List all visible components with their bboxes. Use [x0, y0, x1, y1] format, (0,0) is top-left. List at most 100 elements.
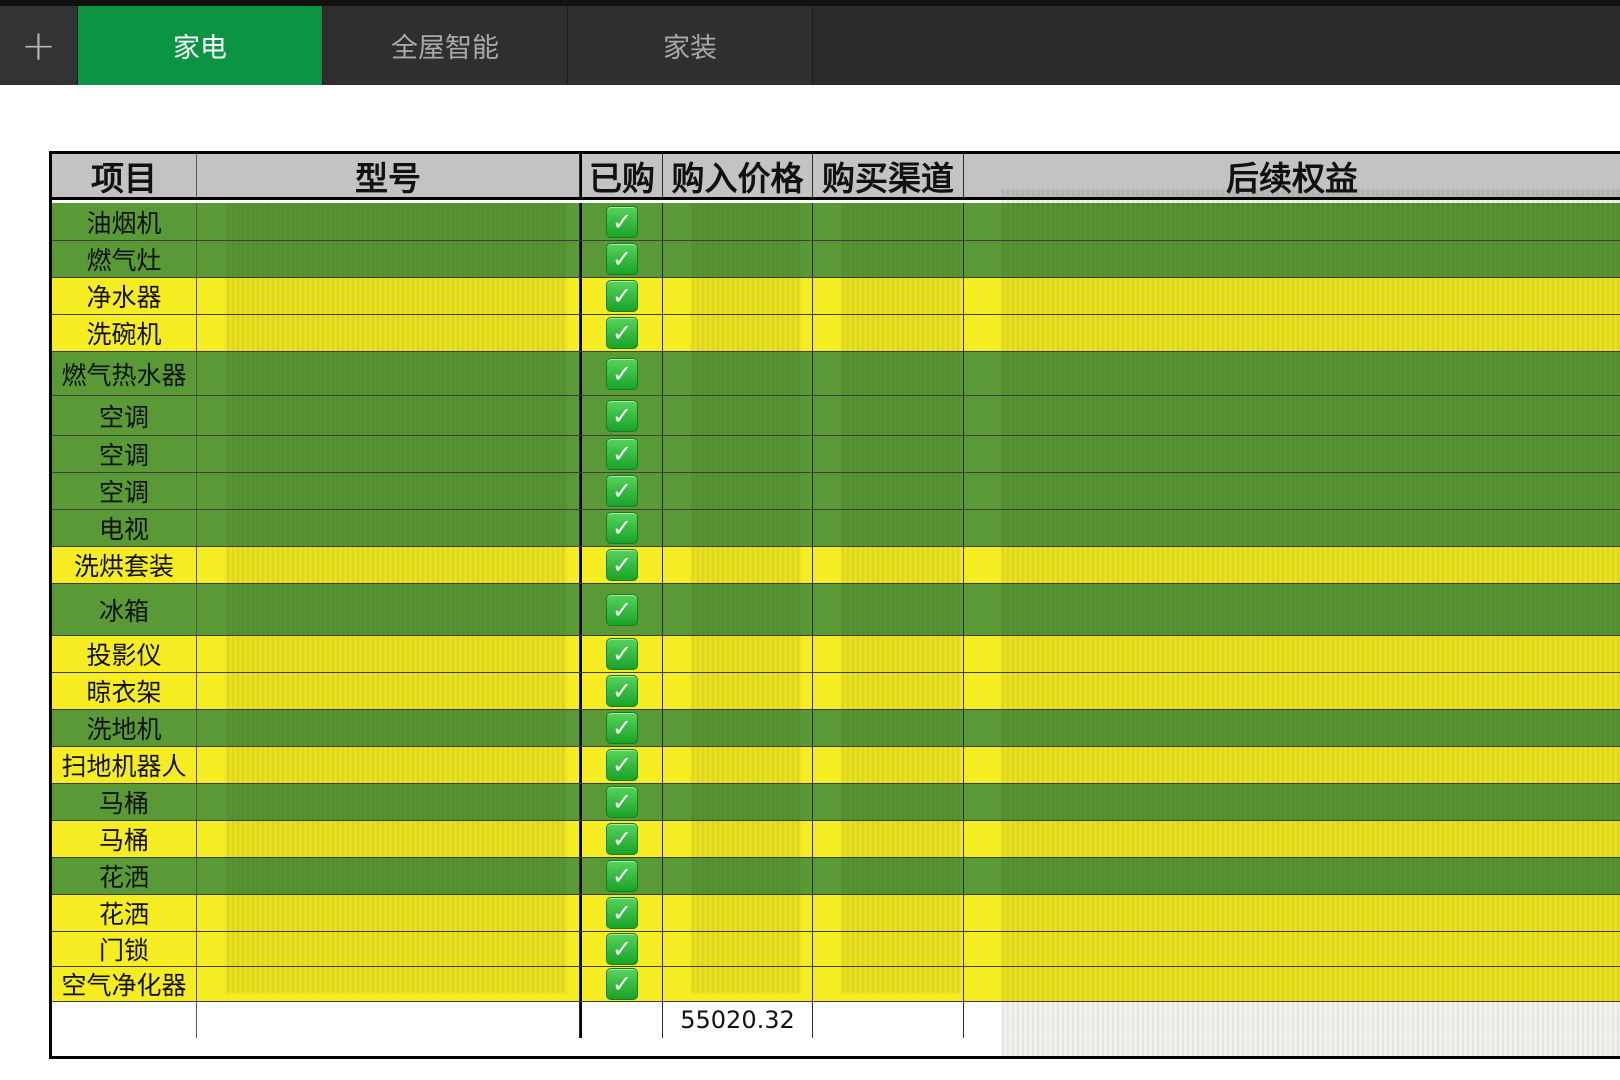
price-cell[interactable] — [663, 821, 813, 857]
rights-cell[interactable] — [964, 436, 1620, 472]
channel-cell[interactable] — [813, 1002, 964, 1038]
channel-cell[interactable] — [813, 932, 964, 966]
model-cell[interactable] — [197, 636, 580, 672]
price-cell[interactable] — [663, 396, 813, 435]
checkbox-checked-icon[interactable]: ✓ — [606, 475, 638, 507]
price-cell[interactable] — [663, 203, 813, 240]
item-cell[interactable]: 晾衣架 — [52, 673, 197, 709]
checkbox-checked-icon[interactable]: ✓ — [606, 280, 638, 312]
channel-cell[interactable] — [813, 784, 964, 820]
channel-cell[interactable] — [813, 510, 964, 546]
item-cell[interactable]: 油烟机 — [52, 203, 197, 240]
channel-cell[interactable] — [813, 241, 964, 277]
rights-cell[interactable] — [964, 858, 1620, 894]
checkbox-checked-icon[interactable]: ✓ — [606, 786, 638, 818]
price-cell[interactable] — [663, 436, 813, 472]
model-cell[interactable] — [197, 895, 580, 931]
item-cell[interactable]: 洗地机 — [52, 710, 197, 746]
item-cell[interactable]: 马桶 — [52, 784, 197, 820]
rights-cell[interactable] — [964, 710, 1620, 746]
model-cell[interactable] — [197, 547, 580, 583]
checkbox-checked-icon[interactable]: ✓ — [606, 593, 638, 626]
item-cell[interactable]: 电视 — [52, 510, 197, 546]
header-item[interactable]: 项目 — [52, 154, 197, 197]
item-cell[interactable]: 门锁 — [52, 932, 197, 966]
channel-cell[interactable] — [813, 315, 964, 351]
bought-cell[interactable]: ✓ — [580, 396, 663, 435]
model-cell[interactable] — [197, 473, 580, 509]
header-channel[interactable]: 购买渠道 — [813, 154, 964, 197]
channel-cell[interactable] — [813, 203, 964, 240]
bought-cell[interactable]: ✓ — [580, 278, 663, 314]
channel-cell[interactable] — [813, 710, 964, 746]
rights-cell[interactable] — [964, 967, 1620, 1001]
model-cell[interactable] — [197, 584, 580, 635]
channel-cell[interactable] — [813, 747, 964, 783]
price-cell[interactable] — [663, 895, 813, 931]
price-cell[interactable] — [663, 547, 813, 583]
bought-cell[interactable]: ✓ — [580, 352, 663, 395]
item-cell[interactable]: 洗烘套装 — [52, 547, 197, 583]
checkbox-checked-icon[interactable]: ✓ — [606, 549, 638, 581]
item-cell[interactable] — [52, 1002, 197, 1038]
item-cell[interactable]: 空调 — [52, 473, 197, 509]
bought-cell[interactable]: ✓ — [580, 315, 663, 351]
price-cell[interactable] — [663, 278, 813, 314]
bought-cell[interactable]: ✓ — [580, 895, 663, 931]
rights-cell[interactable] — [964, 895, 1620, 931]
model-cell[interactable] — [197, 510, 580, 546]
model-cell[interactable] — [197, 821, 580, 857]
price-cell[interactable] — [663, 784, 813, 820]
bought-cell[interactable]: ✓ — [580, 710, 663, 746]
model-cell[interactable] — [197, 1002, 580, 1038]
rights-cell[interactable] — [964, 203, 1620, 240]
checkbox-checked-icon[interactable]: ✓ — [606, 638, 638, 670]
checkbox-checked-icon[interactable]: ✓ — [606, 317, 638, 349]
item-cell[interactable]: 空调 — [52, 396, 197, 435]
channel-cell[interactable] — [813, 858, 964, 894]
model-cell[interactable] — [197, 315, 580, 351]
header-price[interactable]: 购入价格 — [663, 154, 813, 197]
checkbox-checked-icon[interactable]: ✓ — [606, 512, 638, 544]
checkbox-checked-icon[interactable]: ✓ — [606, 205, 638, 238]
price-cell[interactable] — [663, 932, 813, 966]
price-cell[interactable] — [663, 673, 813, 709]
channel-cell[interactable] — [813, 584, 964, 635]
model-cell[interactable] — [197, 352, 580, 395]
channel-cell[interactable] — [813, 396, 964, 435]
item-cell[interactable]: 冰箱 — [52, 584, 197, 635]
item-cell[interactable]: 花洒 — [52, 858, 197, 894]
channel-cell[interactable] — [813, 473, 964, 509]
rights-cell[interactable] — [964, 584, 1620, 635]
item-cell[interactable]: 马桶 — [52, 821, 197, 857]
model-cell[interactable] — [197, 673, 580, 709]
rights-cell[interactable] — [964, 821, 1620, 857]
bought-cell[interactable]: ✓ — [580, 747, 663, 783]
rights-cell[interactable] — [964, 352, 1620, 395]
channel-cell[interactable] — [813, 821, 964, 857]
bought-cell[interactable]: ✓ — [580, 932, 663, 966]
bought-cell[interactable]: ✓ — [580, 784, 663, 820]
model-cell[interactable] — [197, 396, 580, 435]
model-cell[interactable] — [197, 932, 580, 966]
bought-cell[interactable]: ✓ — [580, 203, 663, 240]
channel-cell[interactable] — [813, 673, 964, 709]
rights-cell[interactable] — [964, 473, 1620, 509]
rights-cell[interactable] — [964, 784, 1620, 820]
rights-cell[interactable] — [964, 673, 1620, 709]
checkbox-checked-icon[interactable]: ✓ — [606, 357, 638, 390]
model-cell[interactable] — [197, 858, 580, 894]
item-cell[interactable]: 扫地机器人 — [52, 747, 197, 783]
tab-appliances[interactable]: 家电 — [78, 6, 323, 85]
item-cell[interactable]: 空气净化器 — [52, 967, 197, 1001]
price-cell[interactable] — [663, 967, 813, 1001]
header-model[interactable]: 型号 — [197, 154, 580, 197]
model-cell[interactable] — [197, 436, 580, 472]
bought-cell[interactable]: ✓ — [580, 241, 663, 277]
checkbox-checked-icon[interactable]: ✓ — [606, 749, 638, 781]
checkbox-checked-icon[interactable]: ✓ — [606, 712, 638, 744]
checkbox-checked-icon[interactable]: ✓ — [606, 897, 638, 929]
model-cell[interactable] — [197, 710, 580, 746]
item-cell[interactable]: 空调 — [52, 436, 197, 472]
model-cell[interactable] — [197, 203, 580, 240]
